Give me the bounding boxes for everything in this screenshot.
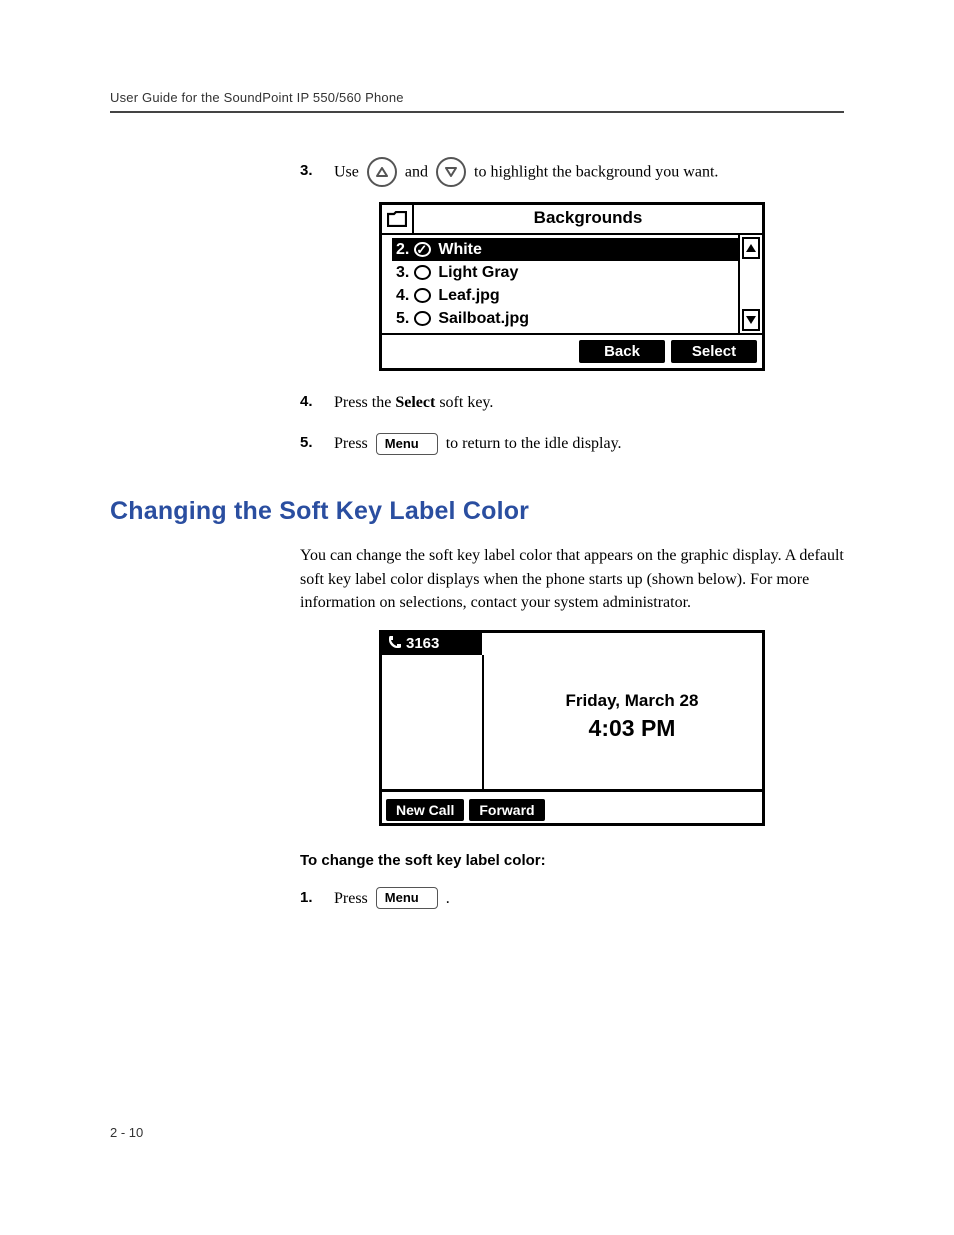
phone-screen-backgrounds: Backgrounds 2. White 3. Light Gray 4 xyxy=(379,202,765,371)
softkey-bar: Back Select xyxy=(382,333,762,368)
item-number: 2. xyxy=(396,239,409,260)
section-heading: Changing the Soft Key Label Color xyxy=(110,497,844,526)
radio-icon xyxy=(414,265,431,280)
line-key[interactable]: 3163 xyxy=(382,633,482,655)
item-number: 4. xyxy=(396,285,409,306)
step-text: Press xyxy=(334,890,368,907)
scroll-down-icon[interactable] xyxy=(742,309,760,331)
step-1: 1. Press Menu . xyxy=(300,885,844,912)
item-label: White xyxy=(438,239,482,260)
select-softkey[interactable]: Select xyxy=(671,340,757,363)
scroll-up-icon[interactable] xyxy=(742,237,760,259)
radio-icon xyxy=(414,311,431,326)
softkey-bar: New Call Forward xyxy=(386,799,545,821)
step-number: 5. xyxy=(300,430,313,456)
nav-up-icon xyxy=(367,157,397,187)
idle-date: Friday, March 28 xyxy=(512,691,752,711)
menu-key-icon: Menu xyxy=(376,433,438,455)
item-label: Light Gray xyxy=(438,262,518,283)
list-item[interactable]: 2. White xyxy=(392,238,738,261)
step-text: and xyxy=(405,164,428,181)
step-text: to highlight the background you want. xyxy=(474,164,718,181)
folder-icon xyxy=(382,205,414,233)
step-text: to return to the idle display. xyxy=(446,435,622,452)
step-number: 3. xyxy=(300,158,313,184)
newcall-softkey[interactable]: New Call xyxy=(386,799,464,821)
step-number: 4. xyxy=(300,389,313,415)
idle-time: 4:03 PM xyxy=(512,715,752,742)
extension-label: 3163 xyxy=(406,635,439,652)
radio-icon xyxy=(414,288,431,303)
list-item[interactable]: 5. Sailboat.jpg xyxy=(392,307,738,330)
page-number: 2 - 10 xyxy=(110,1125,143,1140)
phone-screen-idle: 3163 Friday, March 28 4:03 PM New Call F… xyxy=(379,630,765,826)
item-label: Leaf.jpg xyxy=(438,285,499,306)
step-number: 1. xyxy=(300,885,313,911)
head-rule xyxy=(110,111,844,113)
list-item[interactable]: 3. Light Gray xyxy=(392,261,738,284)
step-text: Press the xyxy=(334,394,395,411)
procedure-heading: To change the soft key label color: xyxy=(300,852,844,869)
item-number: 3. xyxy=(396,262,409,283)
back-softkey[interactable]: Back xyxy=(579,340,665,363)
section-paragraph: You can change the soft key label color … xyxy=(300,544,844,614)
step-text: soft key. xyxy=(435,394,493,411)
step-text: Use xyxy=(334,164,359,181)
phone-icon xyxy=(388,635,402,653)
radio-checked-icon xyxy=(414,242,431,257)
screen-title: Backgrounds xyxy=(414,205,762,233)
menu-key-icon: Menu xyxy=(376,887,438,909)
list-item[interactable]: 4. Leaf.jpg xyxy=(392,284,738,307)
nav-down-icon xyxy=(436,157,466,187)
scrollbar[interactable] xyxy=(738,235,762,333)
step-text: Press xyxy=(334,435,368,452)
item-number: 5. xyxy=(396,308,409,329)
step-bold: Select xyxy=(395,394,435,411)
forward-softkey[interactable]: Forward xyxy=(469,799,544,821)
step-4: 4. Press the Select soft key. xyxy=(300,389,844,416)
backgrounds-list: 2. White 3. Light Gray 4. Leaf.jpg xyxy=(382,235,738,333)
divider xyxy=(382,789,762,792)
step-5: 5. Press Menu to return to the idle disp… xyxy=(300,430,844,457)
step-3: 3. Use and to highlight the background y… xyxy=(300,158,844,188)
screen-titlebar: Backgrounds xyxy=(382,205,762,235)
step-text: . xyxy=(446,890,450,907)
divider xyxy=(482,655,484,789)
item-label: Sailboat.jpg xyxy=(438,308,529,329)
running-head: User Guide for the SoundPoint IP 550/560… xyxy=(110,90,844,105)
